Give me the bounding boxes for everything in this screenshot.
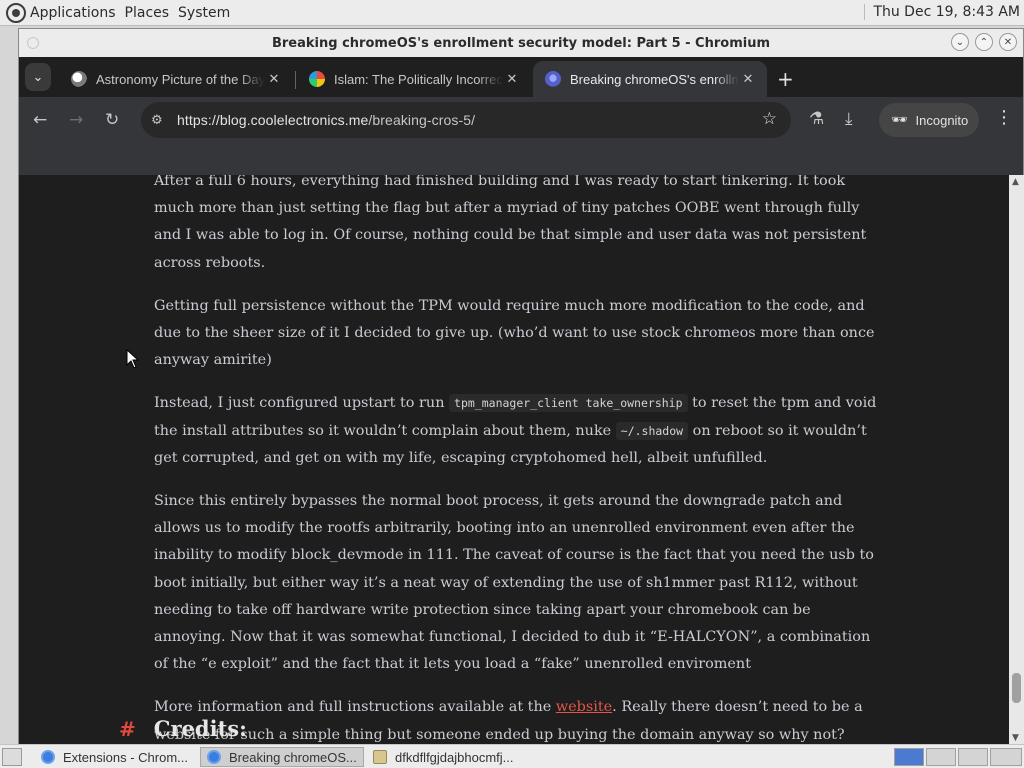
close-tab-icon[interactable]: ✕ xyxy=(739,71,757,87)
show-desktop-button[interactable] xyxy=(2,747,22,766)
window-menu-icon[interactable] xyxy=(27,37,39,49)
scrollbar-thumb[interactable] xyxy=(1012,673,1021,703)
workspace-3[interactable] xyxy=(958,748,988,766)
tab-apod[interactable]: Astronomy Picture of the Day ✕ xyxy=(59,61,293,97)
incognito-badge[interactable]: 🕶 Incognito xyxy=(879,103,979,137)
credits-heading: # Credits: xyxy=(119,716,247,741)
paragraph: More information and full instructions a… xyxy=(154,699,863,743)
peace-favicon-icon xyxy=(309,71,325,87)
menu-places[interactable]: Places xyxy=(125,5,170,21)
page-content: After a full 6 hours, everything had fin… xyxy=(19,175,1009,745)
vertical-scrollbar[interactable]: ▲ ▼ xyxy=(1009,175,1024,745)
scroll-up-icon[interactable]: ▲ xyxy=(1012,177,1019,187)
forward-icon[interactable]: → xyxy=(69,110,83,130)
tab-title: Breaking chromeOS's enrollment xyxy=(570,71,739,87)
tab-breaking-chromeos[interactable]: Breaking chromeOS's enrollment ✕ xyxy=(533,61,767,97)
inline-code: tpm_manager_client take_ownership xyxy=(449,394,688,413)
labs-flask-icon[interactable]: ⚗ xyxy=(809,109,824,129)
workspace-4[interactable] xyxy=(990,748,1022,766)
blog-favicon-icon xyxy=(545,71,561,87)
minimize-button[interactable]: ⌄ xyxy=(951,33,969,51)
reload-icon[interactable]: ↻ xyxy=(105,110,119,130)
url-text[interactable]: https://blog.coolelectronics.me/breaking… xyxy=(177,112,475,128)
tab-search-button[interactable]: ⌄ xyxy=(25,63,51,91)
bookmark-star-icon[interactable]: ☆ xyxy=(762,109,777,129)
website-link[interactable]: website xyxy=(556,699,612,715)
tab-strip: ⌄ Astronomy Picture of the Day ✕ Islam: … xyxy=(19,57,1023,97)
window-title: Breaking chromeOS's enrollment security … xyxy=(271,35,771,51)
workspace-2[interactable] xyxy=(926,748,956,766)
mouse-cursor-icon xyxy=(126,349,140,369)
maximize-button[interactable]: ⌃ xyxy=(975,33,993,51)
new-tab-button[interactable]: + xyxy=(777,67,794,91)
paragraph: After a full 6 hours, everything had fin… xyxy=(154,175,867,271)
tab-title: Islam: The Politically Incorrect xyxy=(334,71,503,87)
menu-applications[interactable]: Applications xyxy=(30,5,116,21)
back-icon[interactable]: ← xyxy=(33,110,47,130)
address-bar[interactable]: ⚙ https://blog.coolelectronics.me/breaki… xyxy=(141,102,791,138)
article-body: After a full 6 hours, everything had fin… xyxy=(154,175,879,745)
apod-favicon-icon xyxy=(71,71,87,87)
chromium-icon xyxy=(41,750,55,764)
incognito-label: Incognito xyxy=(915,112,969,128)
task-breaking-chromeos[interactable]: Breaking chromeOS... xyxy=(200,747,364,767)
task-folder[interactable]: dfkdflfgjdajbhocmfj... xyxy=(366,747,532,767)
window-titlebar[interactable]: Breaking chromeOS's enrollment security … xyxy=(19,29,1023,57)
gnome-foot-icon[interactable] xyxy=(6,2,26,23)
task-extensions[interactable]: Extensions - Chrom... xyxy=(34,747,196,767)
top-panel: Applications Places System Thu Dec 19, 8… xyxy=(0,0,1024,26)
bottom-taskbar: Extensions - Chrom... Breaking chromeOS.… xyxy=(0,744,1024,768)
chromium-icon xyxy=(207,750,221,764)
download-icon[interactable]: ⤓ xyxy=(845,109,853,129)
site-info-icon[interactable]: ⚙ xyxy=(151,113,167,128)
menu-kebab-icon[interactable]: ⋮ xyxy=(995,107,1013,128)
scroll-down-icon[interactable]: ▼ xyxy=(1012,733,1019,743)
toolbar: ← → ↻ ⚙ https://blog.coolelectronics.me/… xyxy=(19,97,1023,143)
paragraph: Since this entirely bypasses the normal … xyxy=(154,493,874,673)
paragraph: Getting full persistence without the TPM… xyxy=(154,297,875,369)
browser-window: Breaking chromeOS's enrollment security … xyxy=(18,28,1024,745)
close-tab-icon[interactable]: ✕ xyxy=(503,71,521,87)
bookmarks-bar xyxy=(19,143,1023,175)
folder-icon xyxy=(373,750,387,764)
tab-title: Astronomy Picture of the Day xyxy=(96,71,265,87)
panel-clock[interactable]: Thu Dec 19, 8:43 AM xyxy=(864,4,1020,20)
heading-anchor-hash[interactable]: # xyxy=(119,717,136,741)
incognito-icon: 🕶 xyxy=(891,112,908,127)
tab-islam[interactable]: Islam: The Politically Incorrect ✕ xyxy=(297,61,531,97)
close-tab-icon[interactable]: ✕ xyxy=(265,71,283,87)
menu-system[interactable]: System xyxy=(178,5,230,21)
inline-code: ~/.shadow xyxy=(615,421,689,440)
workspace-1[interactable] xyxy=(894,748,924,766)
close-window-button[interactable]: ✕ xyxy=(999,33,1017,51)
paragraph: Instead, I just configured upstart to ru… xyxy=(154,394,877,466)
tab-separator xyxy=(295,71,296,89)
